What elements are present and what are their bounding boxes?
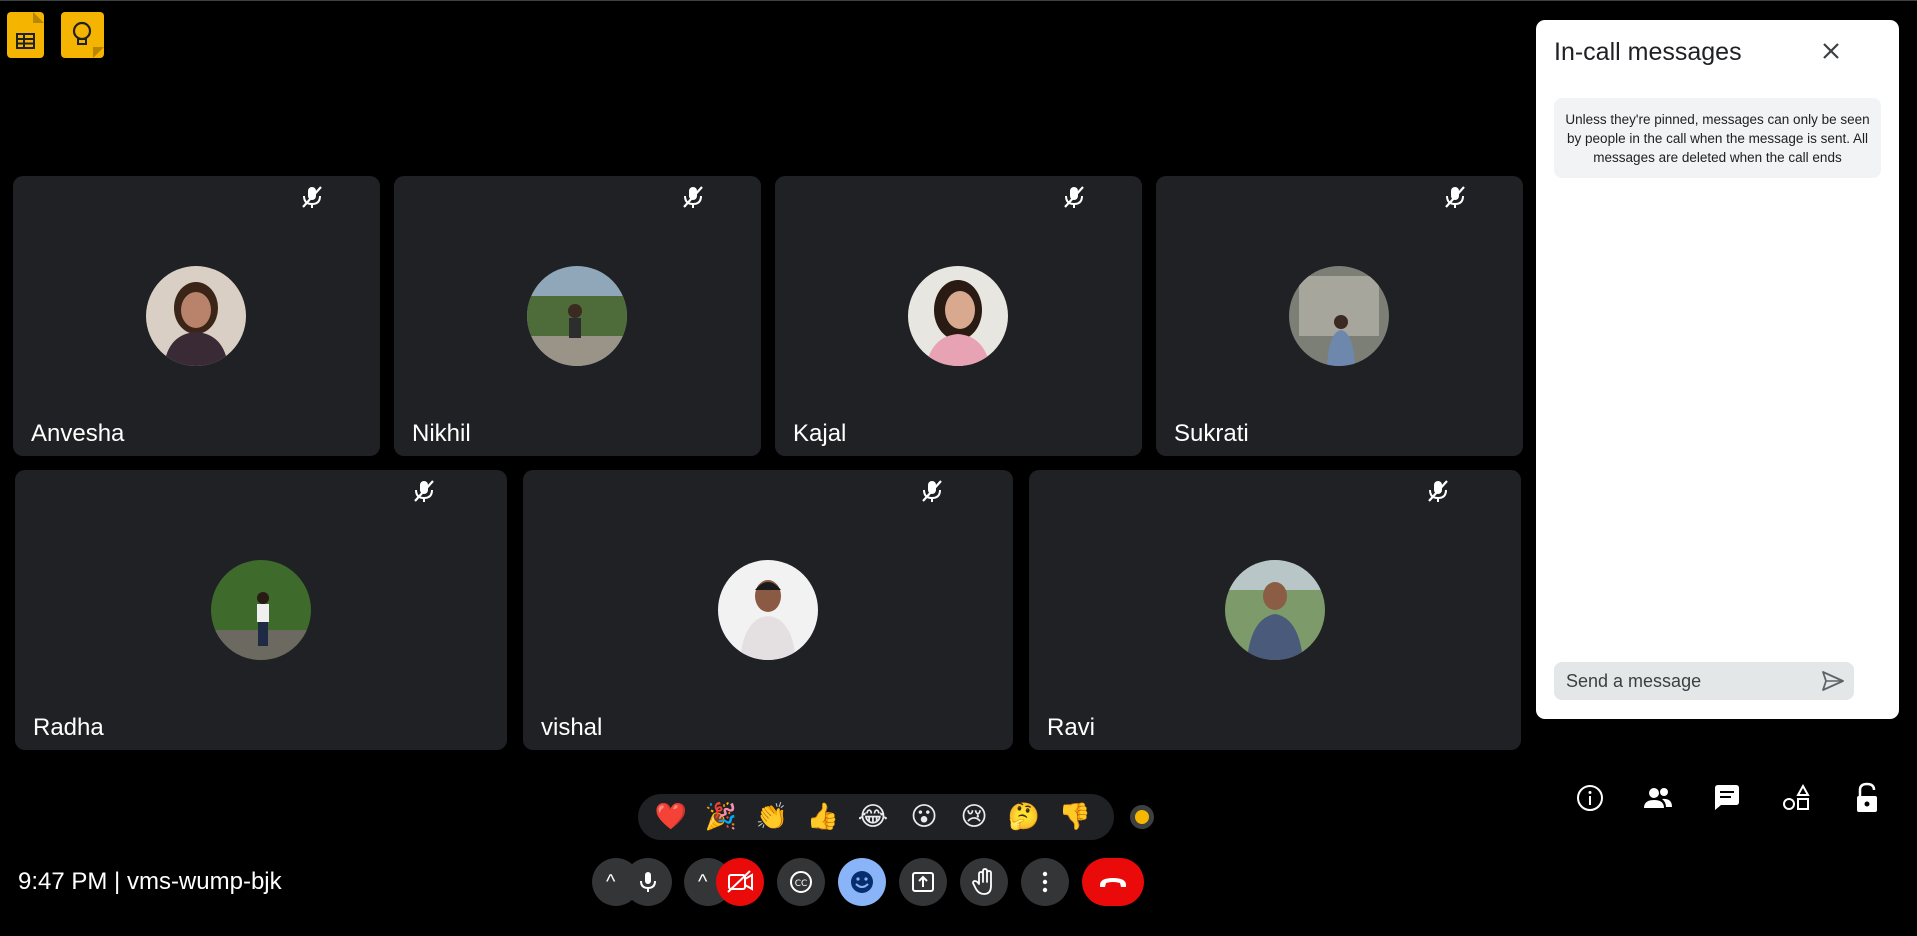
- reaction-thinking[interactable]: 🤔: [1007, 800, 1041, 834]
- captions-icon[interactable]: CC: [777, 858, 825, 906]
- hangup-icon[interactable]: [1082, 858, 1144, 906]
- reaction-cry[interactable]: 😢: [957, 800, 991, 834]
- avatar: [527, 266, 627, 366]
- mic-off-icon: [302, 186, 322, 208]
- avatar: [1225, 560, 1325, 660]
- reactions-bar: ❤️ 🎉 👏 👍 😂 😮 😢 🤔 👎: [638, 794, 1114, 840]
- mic-off-icon: [1445, 186, 1465, 208]
- reaction-thumbs-down[interactable]: 👎: [1058, 800, 1092, 834]
- top-border: [0, 0, 1917, 1]
- participant-tile[interactable]: Ravi: [1029, 470, 1521, 750]
- message-input[interactable]: [1566, 662, 1806, 700]
- participant-tile[interactable]: Kajal: [775, 176, 1142, 456]
- camera-off-icon[interactable]: [716, 858, 764, 906]
- info-icon[interactable]: [1572, 780, 1608, 816]
- activities-icon[interactable]: [1778, 780, 1814, 816]
- send-icon[interactable]: [1820, 668, 1846, 694]
- panel-title: In-call messages: [1554, 38, 1742, 66]
- reaction-heart[interactable]: ❤️: [654, 800, 688, 834]
- mic-off-icon: [1428, 480, 1448, 502]
- participant-name: Sukrati: [1174, 420, 1249, 447]
- participant-name: Kajal: [793, 420, 847, 447]
- message-box: [1554, 662, 1854, 700]
- google-sheets-icon[interactable]: [7, 12, 44, 58]
- reaction-surprised[interactable]: 😮: [907, 800, 941, 834]
- mic-icon[interactable]: [624, 858, 672, 906]
- avatar: [146, 266, 246, 366]
- avatar: [718, 560, 818, 660]
- mic-off-icon: [922, 480, 942, 502]
- participant-tile[interactable]: Sukrati: [1156, 176, 1523, 456]
- avatar: [211, 560, 311, 660]
- mic-off-icon: [414, 480, 434, 502]
- meeting-info: 9:47 PM | vms-wump-bjk: [18, 868, 282, 895]
- emoji-icon[interactable]: [838, 858, 886, 906]
- avatar: [908, 266, 1008, 366]
- svg-text:CC: CC: [795, 879, 808, 889]
- avatar: [1289, 266, 1389, 366]
- participant-name: Anvesha: [31, 420, 125, 447]
- more-vert-icon[interactable]: [1021, 858, 1069, 906]
- mic-off-icon: [1064, 186, 1084, 208]
- participant-tile[interactable]: Nikhil: [394, 176, 761, 456]
- participant-tile[interactable]: vishal: [523, 470, 1013, 750]
- skin-tone-picker[interactable]: [1130, 805, 1154, 829]
- participant-name: vishal: [541, 714, 603, 741]
- chat-panel: In-call messages Unless they're pinned, …: [1536, 20, 1899, 719]
- lock-icon[interactable]: [1849, 780, 1885, 816]
- mic-off-icon: [683, 186, 703, 208]
- participant-name: Ravi: [1047, 714, 1096, 741]
- hand-icon[interactable]: [960, 858, 1008, 906]
- chat-icon[interactable]: [1709, 780, 1745, 816]
- participant-tile[interactable]: Anvesha: [13, 176, 380, 456]
- reaction-laugh[interactable]: 😂: [856, 800, 890, 834]
- participant-name: Nikhil: [412, 420, 471, 447]
- present-icon[interactable]: [899, 858, 947, 906]
- google-keep-icon[interactable]: [61, 12, 104, 58]
- reaction-clap[interactable]: 👏: [755, 800, 789, 834]
- participant-name: Radha: [33, 714, 104, 741]
- participant-tile[interactable]: Radha: [15, 470, 507, 750]
- reaction-party[interactable]: 🎉: [704, 800, 738, 834]
- reaction-thumbs-up[interactable]: 👍: [806, 800, 840, 834]
- chat-notice: Unless they're pinned, messages can only…: [1554, 98, 1881, 178]
- close-icon[interactable]: [1814, 34, 1848, 68]
- people-icon[interactable]: [1640, 780, 1676, 816]
